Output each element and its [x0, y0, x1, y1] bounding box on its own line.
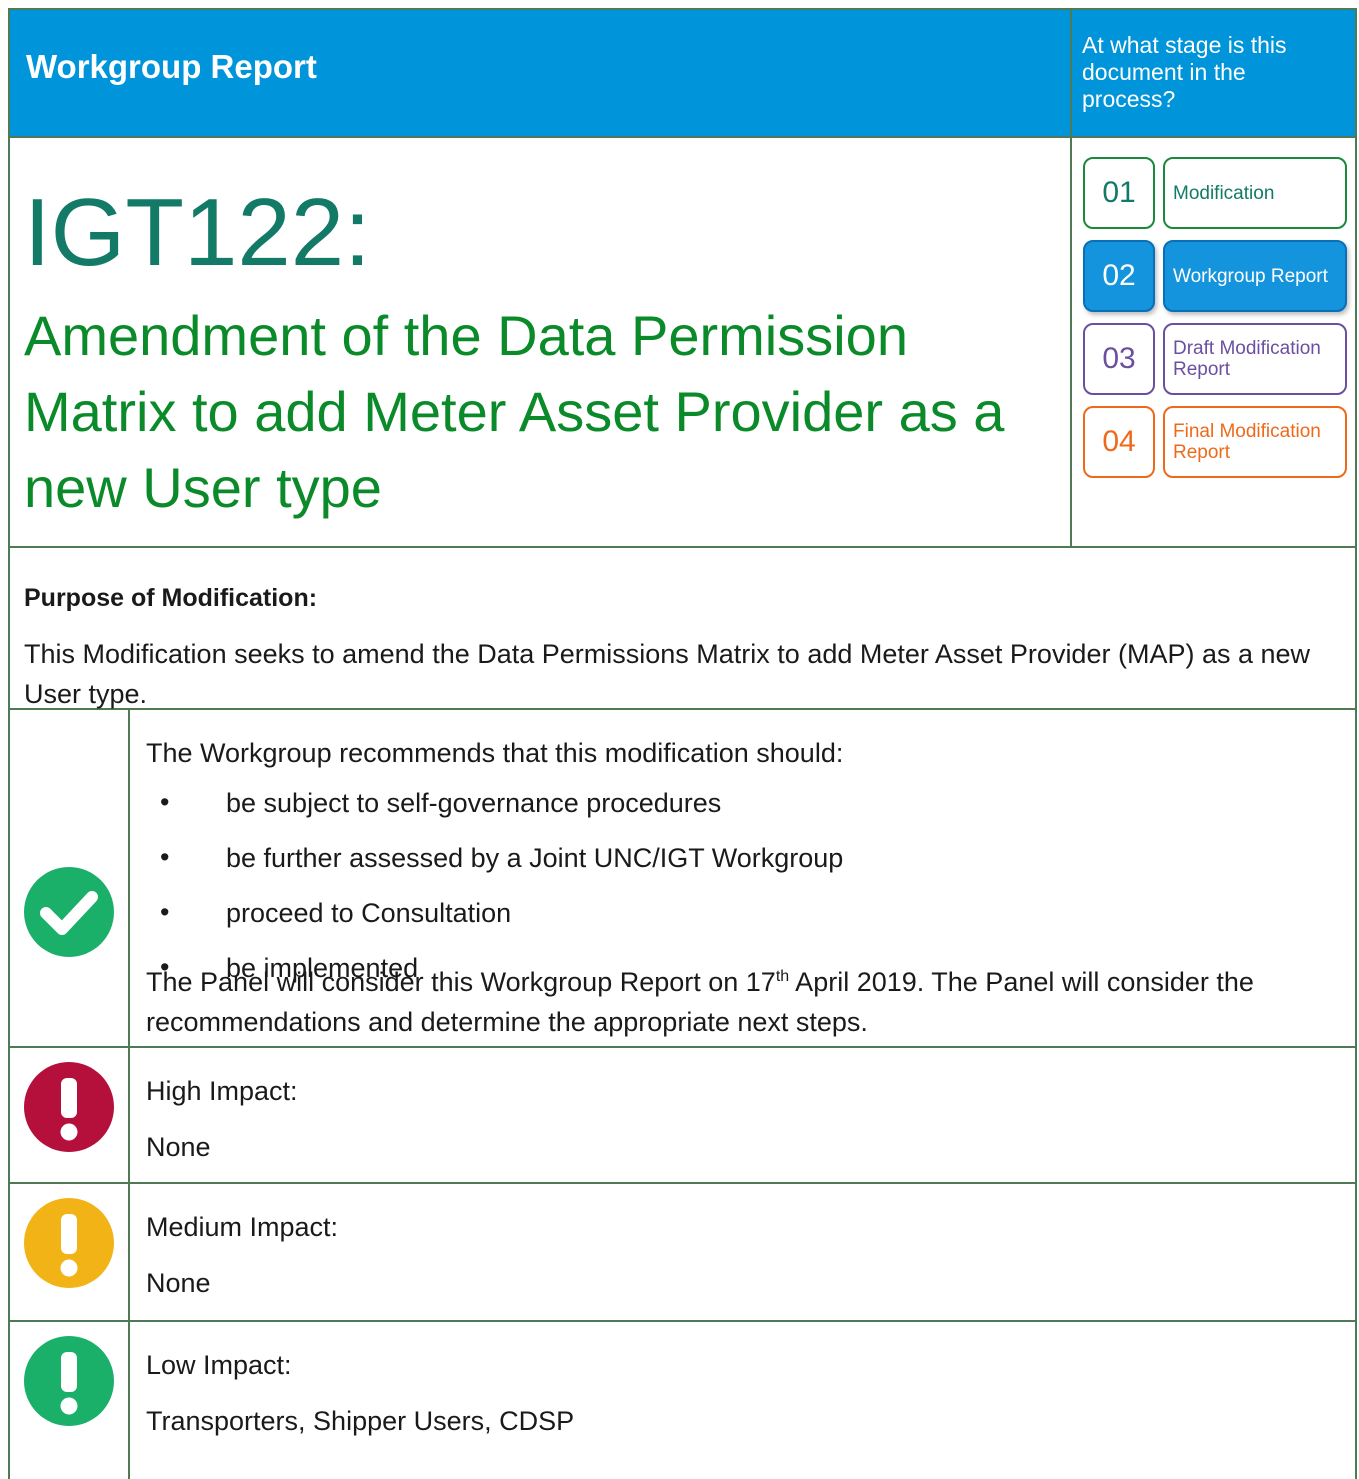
- stage-number: 01: [1083, 157, 1155, 229]
- medium-impact-label: Medium Impact:: [146, 1212, 339, 1242]
- stage-number: 03: [1083, 323, 1155, 395]
- high-impact-row: High Impact: None: [10, 1048, 1355, 1184]
- medium-impact-row: Medium Impact: None: [10, 1184, 1355, 1322]
- low-impact-label: Low Impact:: [146, 1350, 292, 1380]
- stage-label: Workgroup Report: [1163, 240, 1347, 312]
- row-divider: [128, 1048, 130, 1182]
- stage-number: 02: [1083, 240, 1155, 312]
- high-impact-value: None: [146, 1132, 211, 1162]
- row-divider: [128, 1184, 130, 1320]
- recommendation-lead: The Workgroup recommends that this modif…: [146, 738, 844, 768]
- purpose-section: Purpose of Modification: This Modificati…: [10, 548, 1355, 710]
- recommendation-section: The Workgroup recommends that this modif…: [10, 710, 1355, 1048]
- stage-03: 03 Draft Modification Report: [1083, 323, 1348, 399]
- row-divider: [128, 710, 130, 1046]
- low-impact-value: Transporters, Shipper Users, CDSP: [146, 1406, 575, 1436]
- panel-note-ordinal: th: [775, 968, 790, 985]
- list-item: be subject to self-governance procedures: [146, 787, 843, 843]
- panel-note-start: The Panel will consider this Workgroup R…: [146, 967, 776, 997]
- stage-question: At what stage is this document in the pr…: [1082, 32, 1287, 112]
- title-divider: [1070, 138, 1072, 546]
- exclamation-high-icon: [24, 1062, 114, 1152]
- header-divider: [1070, 10, 1072, 136]
- list-item: be further assessed by a Joint UNC/IGT W…: [146, 842, 843, 898]
- row-divider: [128, 1322, 130, 1479]
- exclamation-medium-icon: [24, 1198, 114, 1288]
- panel-note: The Panel will consider this Workgroup R…: [146, 962, 1341, 1042]
- stage-label: Modification: [1163, 157, 1347, 229]
- stage-02-current: 02 Workgroup Report: [1083, 240, 1348, 316]
- document-header: Workgroup Report At what stage is this d…: [10, 10, 1355, 138]
- check-circle-icon: [24, 867, 114, 957]
- list-item: proceed to Consultation: [146, 897, 843, 953]
- stage-01: 01 Modification: [1083, 157, 1348, 233]
- modification-title: Amendment of the Data Permission Matrix …: [24, 304, 1005, 519]
- stage-number: 04: [1083, 406, 1155, 478]
- modification-code: IGT122:: [24, 179, 371, 286]
- low-impact-row: Low Impact: Transporters, Shipper Users,…: [10, 1322, 1355, 1479]
- document-type-title: Workgroup Report: [26, 48, 317, 85]
- purpose-text: This Modification seeks to amend the Dat…: [24, 639, 1311, 709]
- medium-impact-value: None: [146, 1268, 211, 1298]
- stage-label: Draft Modification Report: [1163, 323, 1347, 395]
- document-page: Workgroup Report At what stage is this d…: [0, 0, 1359, 1479]
- stage-label: Final Modification Report: [1163, 406, 1347, 478]
- purpose-heading: Purpose of Modification:: [24, 584, 318, 612]
- exclamation-low-icon: [24, 1336, 114, 1426]
- high-impact-label: High Impact:: [146, 1076, 298, 1106]
- stage-04: 04 Final Modification Report: [1083, 406, 1348, 482]
